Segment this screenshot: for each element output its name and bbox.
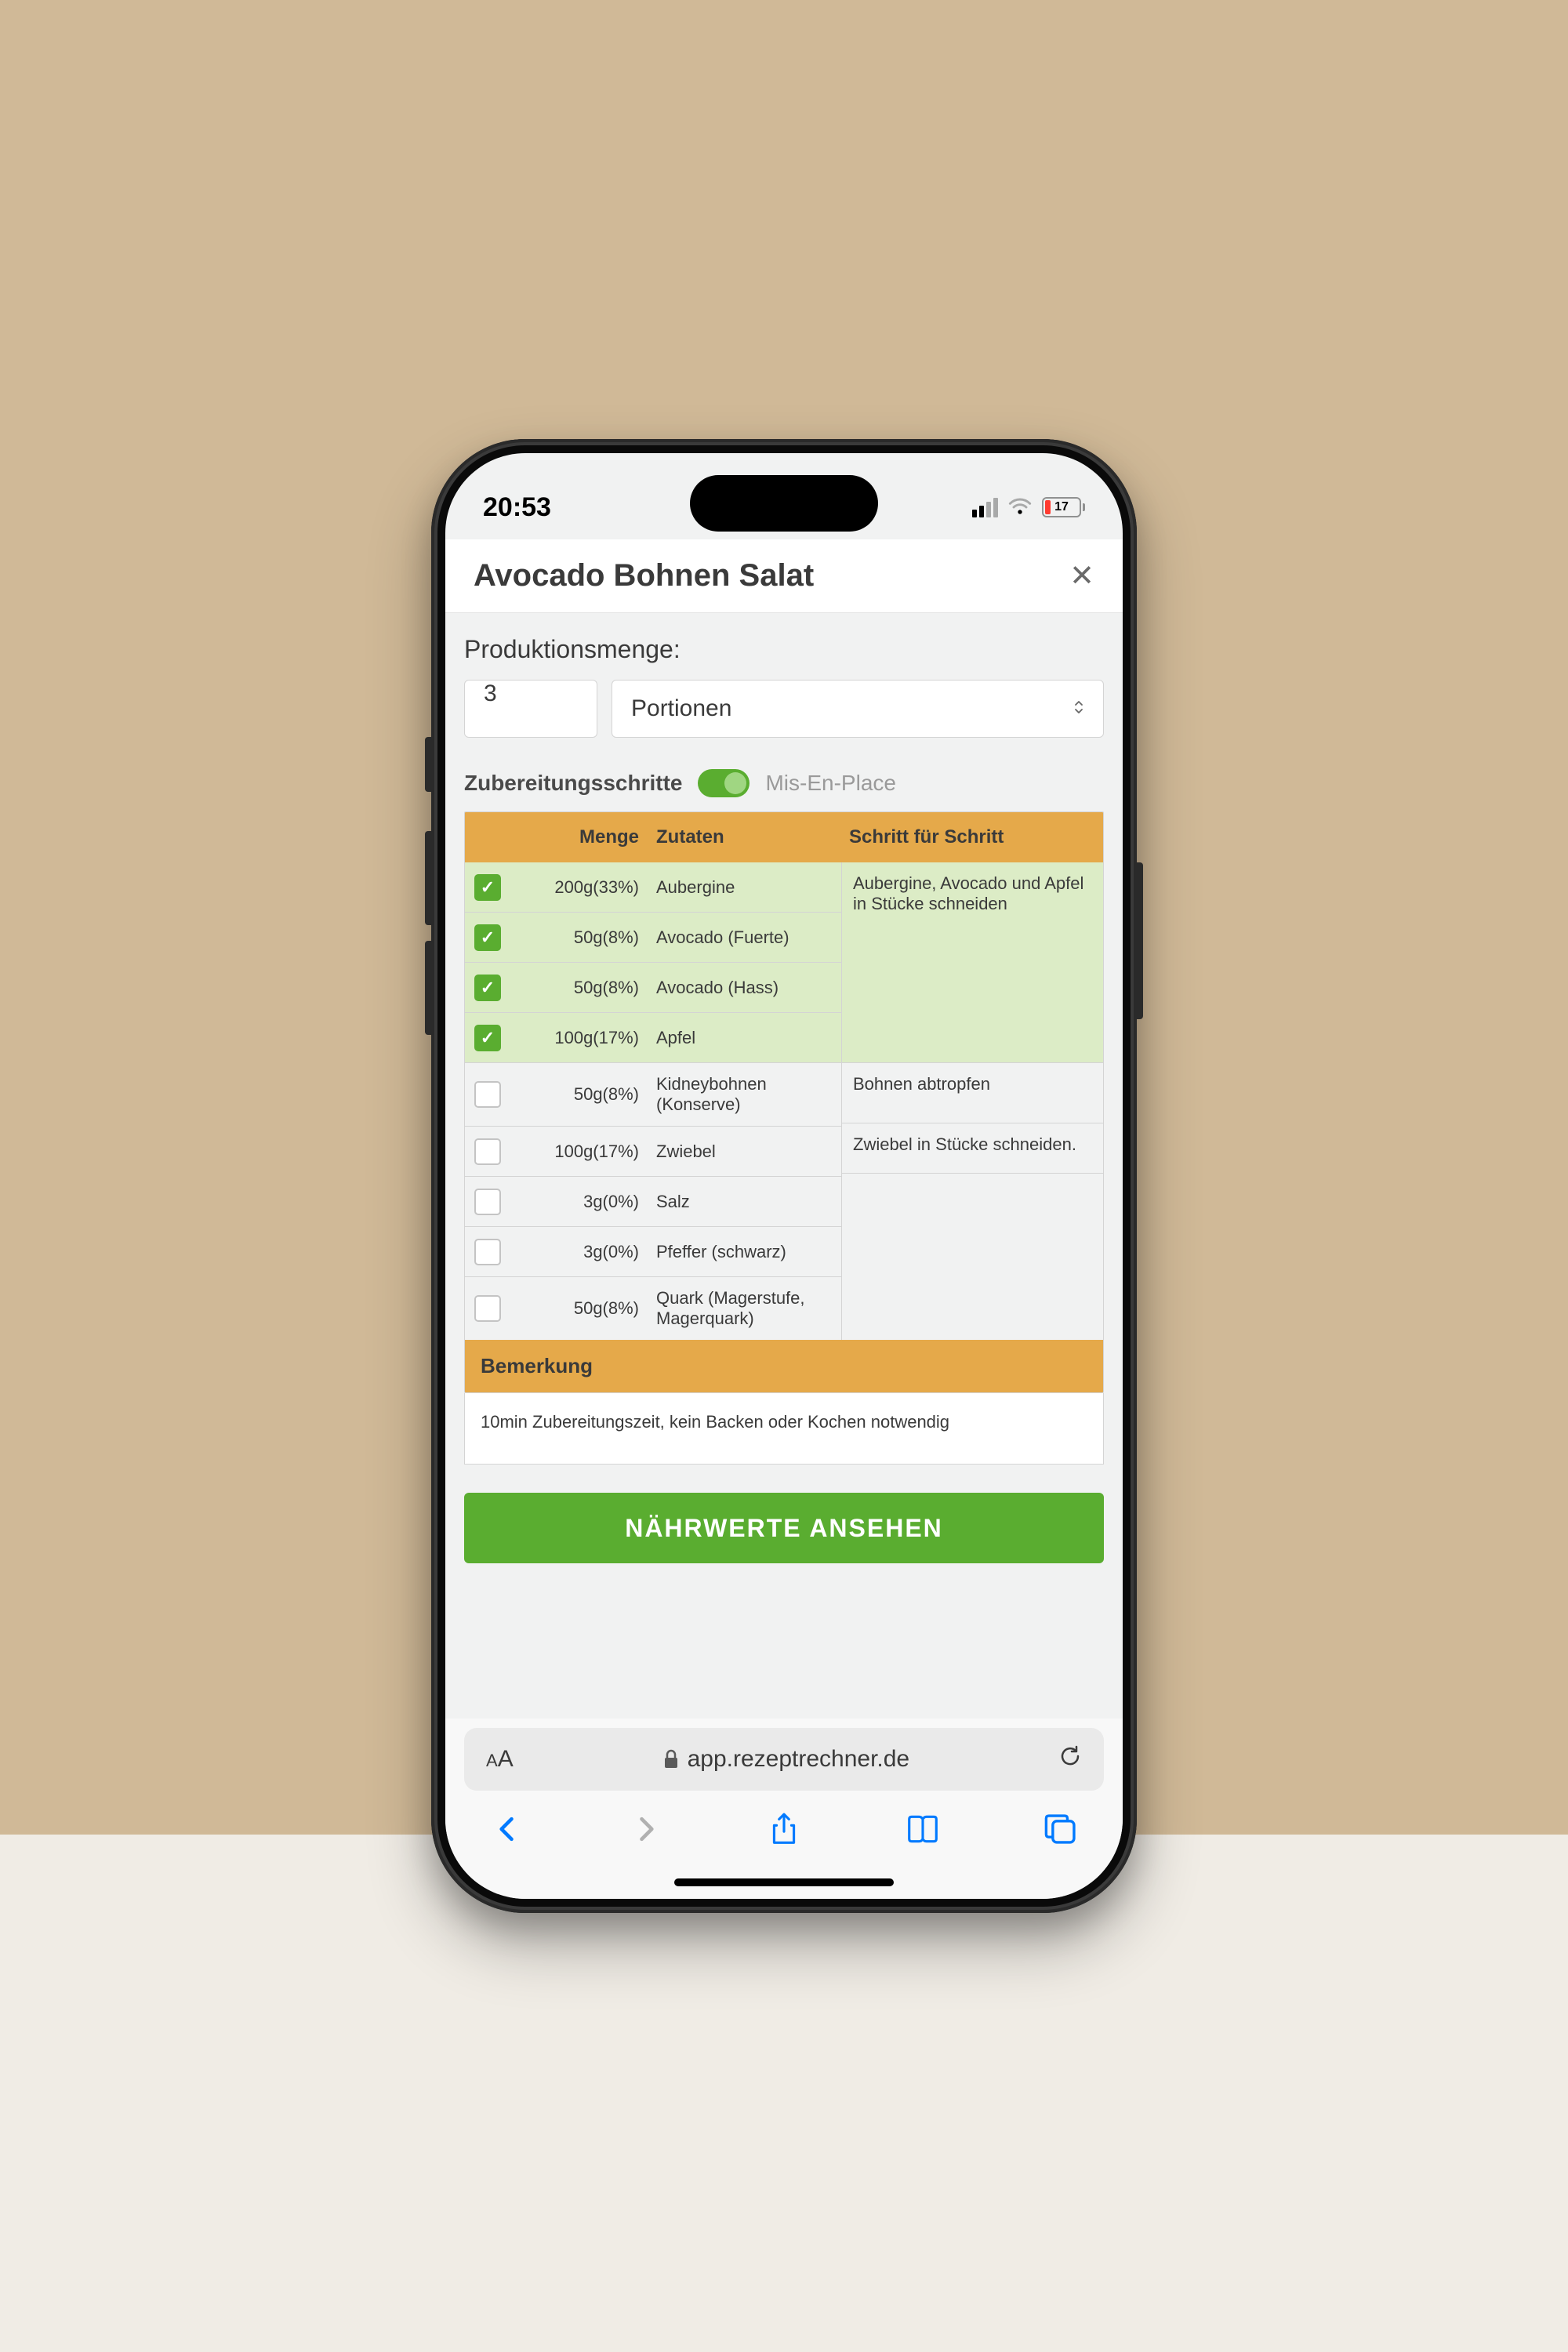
ingredient-row: 50g(8%) Kidneybohnen (Konserve) [465,1063,841,1127]
url-text: app.rezeptrechner.de [688,1746,910,1773]
share-button[interactable] [764,1809,804,1849]
column-header-steps: Schritt für Schritt [841,826,1103,848]
unit-select-value: Portionen [631,695,731,722]
tabs-button[interactable] [1041,1809,1080,1849]
remark-text: 10min Zubereitungszeit, kein Backen oder… [464,1393,1104,1465]
ingredient-row: 3g(0%) Salz [465,1177,841,1227]
ingredient-row: ✓ 100g(17%) Apfel [465,1013,841,1063]
dynamic-island [690,475,878,532]
ingredient-amount: 50g(8%) [512,1084,653,1105]
ingredient-name: Aubergine [653,877,841,898]
ingredient-row: 3g(0%) Pfeffer (schwarz) [465,1227,841,1277]
ingredient-name: Avocado (Hass) [653,978,841,998]
ingredient-row: 100g(17%) Zwiebel [465,1127,841,1177]
forward-button[interactable] [626,1809,666,1849]
ingredient-amount: 3g(0%) [512,1242,653,1262]
text-settings-button[interactable]: AA [486,1746,514,1773]
ingredient-name: Quark (Magerstufe, Magerquark) [653,1288,841,1329]
ingredient-checkbox[interactable] [474,1189,501,1215]
mise-en-place-label: Mis-En-Place [765,771,895,796]
ingredient-checkbox[interactable]: ✓ [474,874,501,901]
step-instruction: Zwiebel in Stücke schneiden. [842,1123,1103,1174]
ingredient-checkbox[interactable] [474,1081,501,1108]
column-header-ingredients: Zutaten [653,826,841,848]
step-instruction: Bohnen abtropfen [842,1063,1103,1123]
step-instruction-empty [842,1174,1103,1334]
ingredient-checkbox[interactable]: ✓ [474,975,501,1001]
page-title: Avocado Bohnen Salat [474,558,814,593]
cellular-signal-icon [972,498,998,517]
ingredient-amount: 50g(8%) [512,978,653,998]
recipe-table: Menge Zutaten Schritt für Schritt ✓ 200g… [464,811,1104,1393]
ingredient-checkbox[interactable] [474,1239,501,1265]
check-icon: ✓ [481,978,495,998]
ingredient-name: Kidneybohnen (Konserve) [653,1074,841,1115]
status-time: 20:53 [483,492,551,523]
ingredient-amount: 200g(33%) [512,877,653,898]
mise-en-place-toggle[interactable] [698,769,750,797]
bookmarks-button[interactable] [903,1809,942,1849]
ingredient-amount: 100g(17%) [512,1142,653,1162]
ingredient-name: Apfel [653,1028,841,1048]
ingredient-row: ✓ 50g(8%) Avocado (Hass) [465,963,841,1013]
lock-icon [662,1749,680,1769]
ingredient-amount: 50g(8%) [512,1298,653,1319]
ingredient-name: Salz [653,1192,841,1212]
ingredient-name: Zwiebel [653,1142,841,1162]
safari-url-bar[interactable]: AA app.rezeptrechner.de [464,1728,1104,1791]
ingredient-amount: 50g(8%) [512,927,653,948]
ingredient-amount: 3g(0%) [512,1192,653,1212]
wifi-icon [1007,493,1033,522]
ingredient-row: ✓ 200g(33%) Aubergine [465,862,841,913]
ingredient-checkbox[interactable] [474,1138,501,1165]
ingredient-checkbox[interactable]: ✓ [474,1025,501,1051]
check-icon: ✓ [481,877,495,898]
check-icon: ✓ [481,1028,495,1048]
ingredient-checkbox[interactable]: ✓ [474,924,501,951]
column-header-amount: Menge [512,826,653,848]
ingredient-checkbox[interactable] [474,1295,501,1322]
reload-button[interactable] [1058,1744,1082,1776]
ingredient-row: ✓ 50g(8%) Avocado (Fuerte) [465,913,841,963]
step-instruction: Aubergine, Avocado und Apfel in Stücke s… [842,862,1103,1063]
check-icon: ✓ [481,927,495,948]
preparation-steps-label: Zubereitungsschritte [464,771,682,796]
ingredient-name: Avocado (Fuerte) [653,927,841,948]
remark-header: Bemerkung [465,1340,1103,1392]
ingredient-row: 50g(8%) Quark (Magerstufe, Magerquark) [465,1277,841,1340]
ingredient-name: Pfeffer (schwarz) [653,1242,841,1262]
home-indicator[interactable] [674,1878,894,1886]
close-button[interactable]: ✕ [1069,558,1094,593]
battery-icon: 17 [1042,497,1085,517]
view-nutrition-button[interactable]: NÄHRWERTE ANSEHEN [464,1493,1104,1563]
quantity-input[interactable]: 3 [464,680,597,738]
back-button[interactable] [488,1809,527,1849]
chevron-updown-icon [1073,699,1084,719]
production-label: Produktionsmenge: [464,635,1104,664]
ingredient-amount: 100g(17%) [512,1028,653,1048]
unit-select[interactable]: Portionen [612,680,1104,738]
